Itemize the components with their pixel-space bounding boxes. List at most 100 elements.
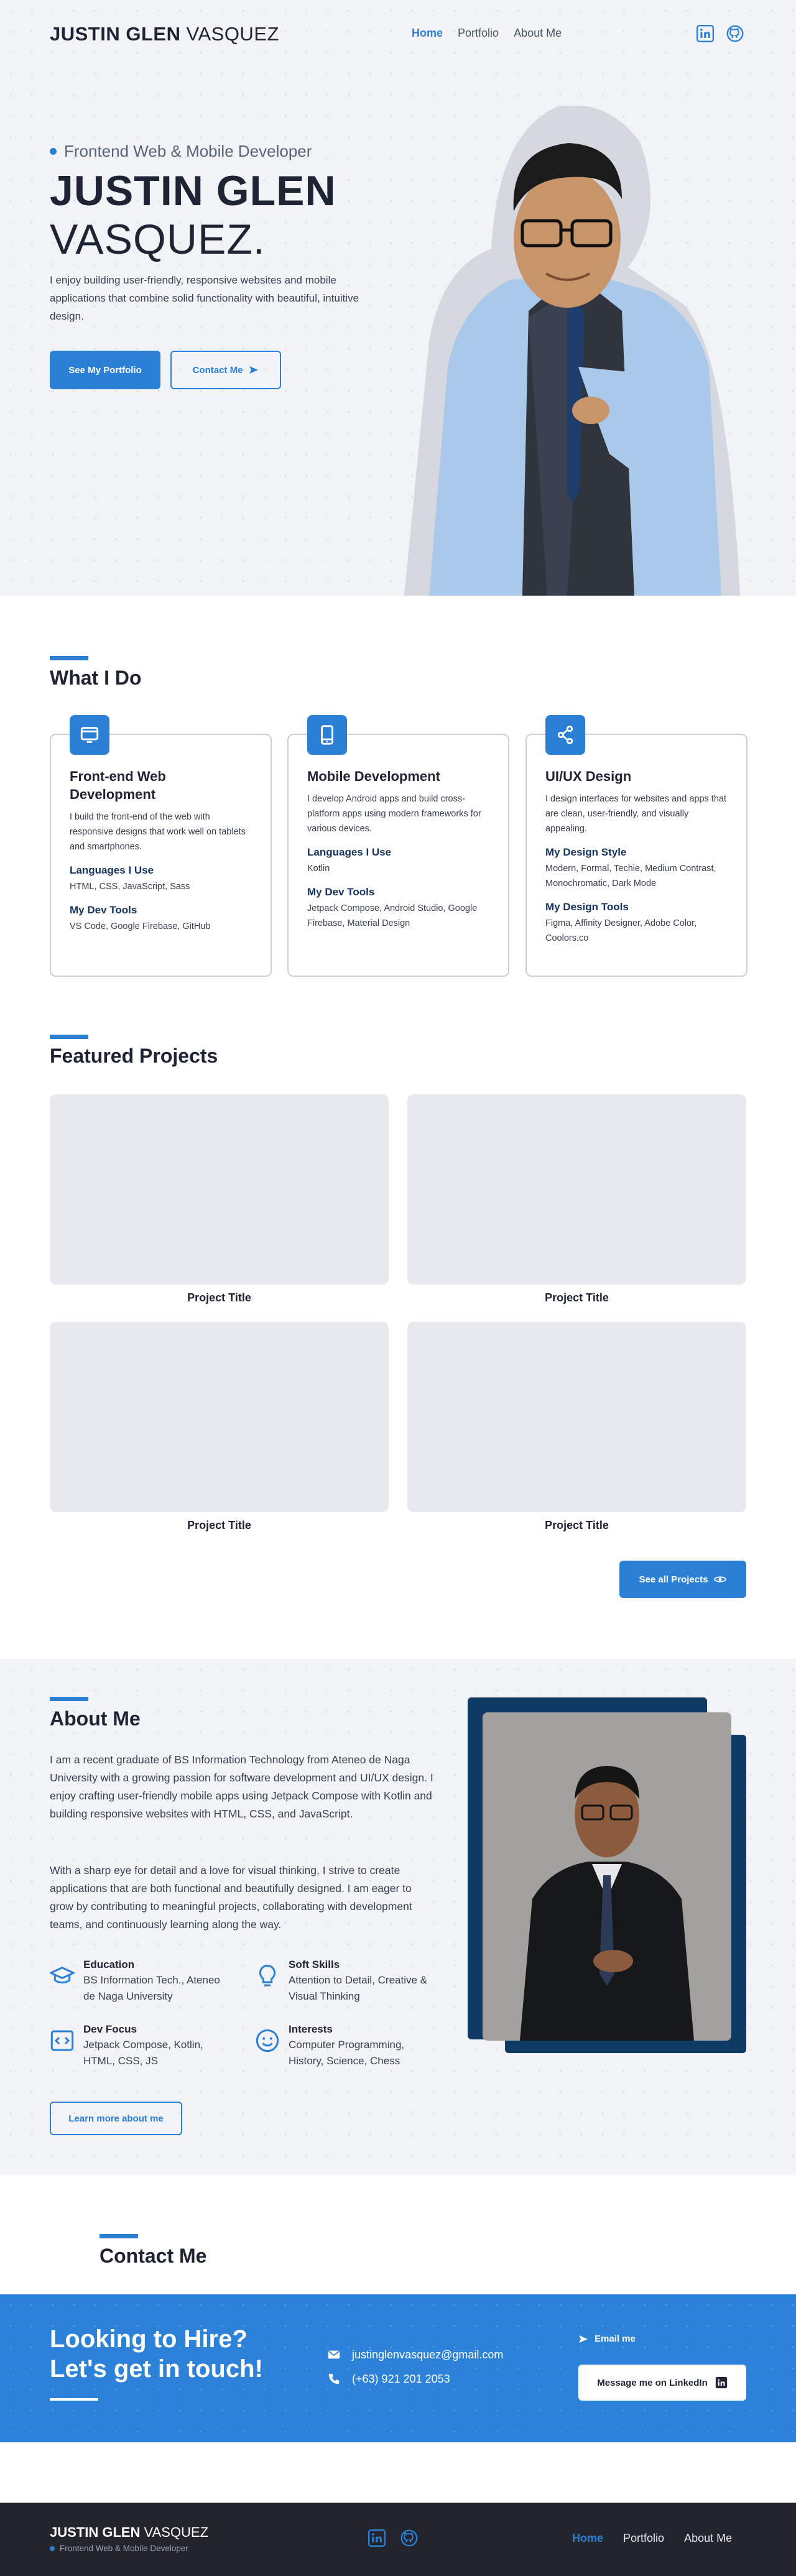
card-subheading: My Design Tools <box>545 901 629 913</box>
card-detail: Kotlin <box>307 864 330 874</box>
fact-interests: Interests Computer Programming, History, … <box>255 2023 435 2069</box>
card-detail: HTML, CSS, JavaScript, Sass <box>70 882 190 892</box>
project-title[interactable]: Project Title <box>407 1291 746 1304</box>
brand-light: VASQUEZ <box>186 23 279 45</box>
send-icon <box>579 2335 588 2343</box>
card-subheading: My Dev Tools <box>307 886 375 898</box>
project-title[interactable]: Project Title <box>50 1291 389 1304</box>
see-portfolio-label: See My Portfolio <box>68 364 142 376</box>
nav-home[interactable]: Home <box>412 27 443 40</box>
linkedin-icon <box>715 2376 727 2389</box>
fact-label: Soft Skills <box>289 1959 340 1970</box>
bullet-dot <box>50 2546 55 2551</box>
code-icon <box>50 2030 74 2051</box>
fact-text: Computer Programming, History, Science, … <box>289 2039 405 2067</box>
project-thumbnail[interactable] <box>50 1094 389 1285</box>
project-title[interactable]: Project Title <box>407 1519 746 1532</box>
contact-me-label: Contact Me <box>192 364 243 376</box>
fact-label: Education <box>83 1959 135 1970</box>
card-icon-badge <box>307 715 347 755</box>
smile-icon <box>256 2029 279 2052</box>
project-title[interactable]: Project Title <box>50 1519 389 1532</box>
card-subheading: My Dev Tools <box>70 904 137 916</box>
hero-kicker-text: Frontend Web & Mobile Developer <box>64 142 312 160</box>
header-social <box>696 25 744 42</box>
section-accent-bar <box>100 2234 138 2238</box>
footer-nav-home[interactable]: Home <box>572 2532 603 2545</box>
github-icon[interactable] <box>400 2529 418 2547</box>
linkedin-message-button[interactable]: Message me on LinkedIn <box>578 2365 746 2401</box>
service-card-web: Front-end Web Development I build the fr… <box>50 715 272 977</box>
share-icon <box>557 725 573 745</box>
card-icon-badge <box>545 715 585 755</box>
fact-text: Jetpack Compose, Kotlin, HTML, CSS, JS <box>83 2039 203 2067</box>
project-thumbnail[interactable] <box>407 1094 746 1285</box>
brand-logo[interactable]: JUSTIN GLEN VASQUEZ <box>50 23 279 45</box>
contact-me-button[interactable]: Contact Me <box>170 351 281 389</box>
fact-label: Interests <box>289 2023 333 2035</box>
email-me-label: Email me <box>595 2334 636 2344</box>
what-i-do-title: What I Do <box>50 667 142 689</box>
send-icon <box>249 366 259 374</box>
project-thumbnail[interactable] <box>407 1322 746 1512</box>
card-description: I develop Android apps and build cross-p… <box>307 794 481 834</box>
mail-icon <box>328 2350 340 2359</box>
hero-portrait-image <box>404 106 740 596</box>
learn-more-button[interactable]: Learn more about me <box>50 2102 182 2135</box>
nav-portfolio[interactable]: Portfolio <box>458 27 499 40</box>
footer-brand-light: VASQUEZ <box>144 2524 209 2540</box>
hero-kicker: Frontend Web & Mobile Developer <box>50 142 312 161</box>
about-title: About Me <box>50 1707 141 1730</box>
section-accent-bar <box>50 1035 88 1039</box>
hero-name-first: JUSTIN GLEN <box>50 167 336 215</box>
see-all-projects-button[interactable]: See all Projects <box>619 1561 746 1598</box>
hero-name-last: VASQUEZ. <box>50 216 266 263</box>
linkedin-icon[interactable] <box>696 25 714 42</box>
nav-about[interactable]: About Me <box>514 27 562 40</box>
learn-more-label: Learn more about me <box>68 2113 164 2124</box>
footer-nav: Home Portfolio About Me <box>572 2532 732 2545</box>
project-thumbnail[interactable] <box>50 1322 389 1512</box>
footer-nav-portfolio[interactable]: Portfolio <box>623 2532 664 2545</box>
card-description: I design interfaces for websites and app… <box>545 794 726 834</box>
section-accent-bar <box>50 1697 88 1701</box>
footer-tagline: Frontend Web & Mobile Developer <box>50 2544 188 2553</box>
card-subheading: Languages I Use <box>70 864 154 876</box>
card-description: I build the front-end of the web with re… <box>70 812 246 852</box>
contact-email[interactable]: justinglenvasquez@gmail.com <box>327 2348 503 2361</box>
hire-heading-line2: Let's get in touch! <box>50 2355 263 2383</box>
contact-phone[interactable]: (+63) 921 201 2053 <box>327 2372 450 2386</box>
about-paragraph: With a sharp eye for detail and a love f… <box>50 1864 412 1931</box>
phone-icon <box>321 725 333 745</box>
footer-brand-bold: JUSTIN GLEN <box>50 2524 141 2540</box>
eye-icon <box>714 1576 727 1582</box>
lightbulb-icon <box>259 1964 276 1987</box>
about-paragraph: I am a recent graduate of BS Information… <box>50 1753 433 1820</box>
card-subheading: Languages I Use <box>307 846 392 858</box>
email-me-link[interactable]: Email me <box>578 2334 636 2344</box>
hire-underline <box>50 2398 98 2401</box>
projects-title: Featured Projects <box>50 1045 218 1067</box>
linkedin-icon[interactable] <box>368 2529 386 2547</box>
hire-heading-line1: Looking to Hire? <box>50 2325 248 2353</box>
monitor-icon <box>80 727 99 743</box>
fact-dev-focus: Dev Focus Jetpack Compose, Kotlin, HTML, … <box>50 2023 230 2069</box>
github-icon[interactable] <box>726 25 744 42</box>
about-portrait-image <box>483 1712 731 2041</box>
linkedin-message-label: Message me on LinkedIn <box>597 2377 708 2388</box>
hero-description: I enjoy building user-friendly, responsi… <box>50 274 359 322</box>
card-detail: Figma, Affinity Designer, Adobe Color, C… <box>545 918 697 943</box>
footer-nav-about[interactable]: About Me <box>684 2532 732 2545</box>
top-nav: JUSTIN GLEN VASQUEZ <box>0 0 796 68</box>
graduation-cap-icon <box>50 1967 75 1983</box>
footer-tagline-text: Frontend Web & Mobile Developer <box>60 2544 188 2553</box>
brand-bold: JUSTIN GLEN <box>50 23 181 45</box>
footer-brand[interactable]: JUSTIN GLEN VASQUEZ <box>50 2524 208 2541</box>
card-detail: VS Code, Google Firebase, GitHub <box>70 921 211 931</box>
footer-social <box>368 2529 418 2547</box>
contact-title: Contact Me <box>100 2245 207 2267</box>
see-portfolio-button[interactable]: See My Portfolio <box>50 351 160 389</box>
fact-text: BS Information Tech., Ateneo de Naga Uni… <box>83 1974 220 2002</box>
contact-email-text: justinglenvasquez@gmail.com <box>352 2348 504 2361</box>
service-card-mobile: Mobile Development I develop Android app… <box>287 715 509 977</box>
